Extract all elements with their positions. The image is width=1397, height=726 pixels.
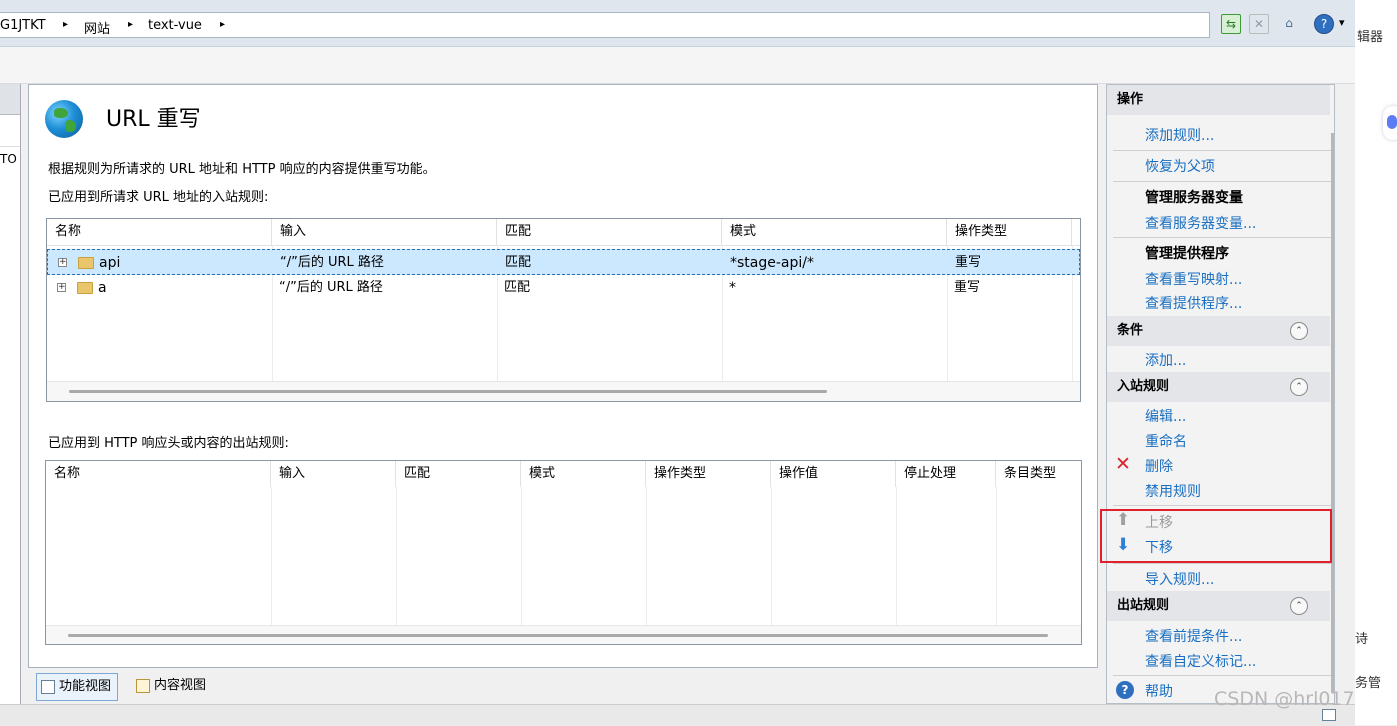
tab-label: 功能视图	[59, 679, 112, 694]
column-header-input[interactable]: 输入	[272, 219, 497, 245]
rule-match: 匹配	[504, 280, 531, 295]
page-description: 根据规则为所请求的 URL 地址和 HTTP 响应的内容提供重写功能。	[48, 162, 436, 177]
status-icon	[1322, 709, 1336, 721]
connections-tree-item[interactable]: TO	[0, 152, 17, 166]
help-dropdown-icon[interactable]: ▾	[1339, 16, 1345, 29]
folder-icon	[77, 282, 93, 294]
view-preconditions-link[interactable]: 查看前提条件...	[1145, 626, 1242, 646]
status-bar	[0, 704, 1355, 726]
rule-match: 匹配	[505, 255, 532, 270]
background-window-strip: 辑器 诗 务管	[1355, 0, 1397, 725]
collapse-outbound-rules-icon[interactable]: ⌃	[1290, 597, 1308, 615]
add-rule-link[interactable]: 添加规则...	[1145, 125, 1214, 145]
connect-icon[interactable]: ⇆	[1221, 14, 1241, 34]
watermark: CSDN @hrl017	[1214, 688, 1355, 710]
breadcrumb-separator: ▸	[128, 19, 134, 30]
breadcrumb-server[interactable]: G1JTKT	[0, 18, 46, 33]
view-providers-link[interactable]: 查看提供程序...	[1145, 293, 1242, 313]
horizontal-scrollbar[interactable]	[46, 625, 1081, 644]
column-header-pattern[interactable]: 模式	[521, 461, 646, 487]
actions-panel: 操作 添加规则... 恢复为父项 管理服务器变量 查看服务器变量... 管理提供…	[1106, 84, 1335, 704]
page-title: URL 重写	[106, 107, 201, 132]
view-custom-tags-link[interactable]: 查看自定义标记...	[1145, 651, 1256, 671]
collapse-inbound-rules-icon[interactable]: ⌃	[1290, 378, 1308, 396]
background-window-text: 诗	[1355, 632, 1369, 647]
table-row[interactable]: + a “/”后的 URL 路径 匹配 * 重写	[47, 275, 1080, 301]
collapse-conditions-icon[interactable]: ⌃	[1290, 322, 1308, 340]
scrollbar-thumb[interactable]	[69, 390, 827, 393]
highlight-box	[1100, 509, 1332, 563]
horizontal-scrollbar[interactable]	[47, 381, 1080, 401]
rule-input: “/”后的 URL 路径	[280, 255, 384, 270]
inbound-rules-table[interactable]: 名称 输入 匹配 模式 操作类型 + api “/”后的 URL 路径 匹配 *…	[46, 218, 1081, 402]
tab-label: 内容视图	[154, 678, 207, 693]
rule-pattern: *	[729, 280, 736, 296]
delete-icon: ✕	[1115, 453, 1131, 475]
view-rewrite-maps-link[interactable]: 查看重写映射...	[1145, 269, 1242, 289]
column-header-action-value[interactable]: 操作值	[771, 461, 896, 487]
background-window-text: 辑器	[1357, 30, 1384, 45]
inbound-rules-label: 已应用到所请求 URL 地址的入站规则:	[48, 190, 269, 205]
help-icon: ?	[1116, 681, 1134, 699]
table-header: 名称 输入 匹配 模式 操作类型	[47, 219, 1080, 246]
column-header-match[interactable]: 匹配	[497, 219, 722, 245]
stop-icon[interactable]: ✕	[1249, 14, 1269, 34]
url-rewrite-globe-icon	[45, 100, 83, 138]
actions-header: 操作	[1107, 85, 1330, 115]
column-header-action-type[interactable]: 操作类型	[646, 461, 771, 487]
column-header-pattern[interactable]: 模式	[722, 219, 947, 245]
column-header-name[interactable]: 名称	[47, 219, 272, 245]
table-header: 名称 输入 匹配 模式 操作类型 操作值 停止处理 条目类型	[46, 461, 1081, 487]
rename-rule-link[interactable]: 重命名	[1145, 431, 1187, 451]
import-rules-link[interactable]: 导入规则...	[1145, 569, 1214, 589]
rule-input: “/”后的 URL 路径	[279, 280, 383, 295]
table-row[interactable]: + api “/”后的 URL 路径 匹配 *stage-api/* 重写	[47, 249, 1080, 275]
rule-name: a	[98, 280, 107, 296]
feature-view-icon	[41, 680, 55, 694]
manage-server-variables-heading: 管理服务器变量	[1145, 190, 1243, 206]
content-view-icon	[136, 679, 150, 693]
floating-assistant-icon[interactable]	[1383, 106, 1397, 140]
breadcrumb-separator: ▸	[63, 19, 69, 30]
column-header-stop-processing[interactable]: 停止处理	[896, 461, 996, 487]
rule-action: 重写	[955, 255, 982, 270]
breadcrumb[interactable]: G1JTKT ▸ 网站 ▸ text-vue ▸	[0, 12, 1210, 38]
rule-pattern: *stage-api/*	[730, 255, 814, 271]
connections-panel: TO	[0, 84, 21, 704]
background-window-text: 务管	[1355, 676, 1382, 691]
help-link[interactable]: 帮助	[1145, 681, 1173, 701]
revert-to-parent-link[interactable]: 恢复为父项	[1145, 156, 1215, 176]
breadcrumb-site[interactable]: text-vue	[148, 18, 202, 33]
tab-feature-view[interactable]: 功能视图	[36, 673, 119, 701]
view-tabs: 功能视图 内容视图	[28, 670, 1098, 704]
outbound-rules-table[interactable]: 名称 输入 匹配 模式 操作类型 操作值 停止处理 条目类型	[45, 460, 1082, 645]
column-header-match[interactable]: 匹配	[396, 461, 521, 487]
folder-icon	[78, 257, 94, 269]
delete-rule-link[interactable]: 删除	[1145, 456, 1173, 476]
help-icon[interactable]: ?	[1314, 14, 1334, 34]
expand-icon[interactable]: +	[57, 283, 66, 292]
tab-content-view[interactable]: 内容视图	[132, 673, 212, 699]
expand-icon[interactable]: +	[58, 258, 67, 267]
manage-providers-heading: 管理提供程序	[1145, 246, 1229, 262]
edit-rule-link[interactable]: 编辑...	[1145, 406, 1186, 426]
disable-rule-link[interactable]: 禁用规则	[1145, 481, 1201, 501]
column-header-name[interactable]: 名称	[46, 461, 271, 487]
column-header-input[interactable]: 输入	[271, 461, 396, 487]
home-icon[interactable]: ⌂	[1279, 14, 1299, 34]
rule-action: 重写	[954, 280, 981, 295]
actions-scrollbar[interactable]	[1331, 133, 1334, 693]
view-server-variables-link[interactable]: 查看服务器变量...	[1145, 213, 1256, 233]
rule-name: api	[99, 255, 121, 271]
add-condition-link[interactable]: 添加...	[1145, 350, 1186, 370]
breadcrumb-sites[interactable]: 网站	[84, 18, 110, 37]
column-header-entry-type[interactable]: 条目类型	[996, 461, 1081, 487]
menu-band	[0, 47, 1355, 84]
breadcrumb-separator: ▸	[220, 19, 226, 30]
scrollbar-thumb[interactable]	[68, 634, 1048, 637]
column-header-action-type[interactable]: 操作类型	[947, 219, 1072, 245]
outbound-rules-label: 已应用到 HTTP 响应头或内容的出站规则:	[48, 436, 289, 451]
